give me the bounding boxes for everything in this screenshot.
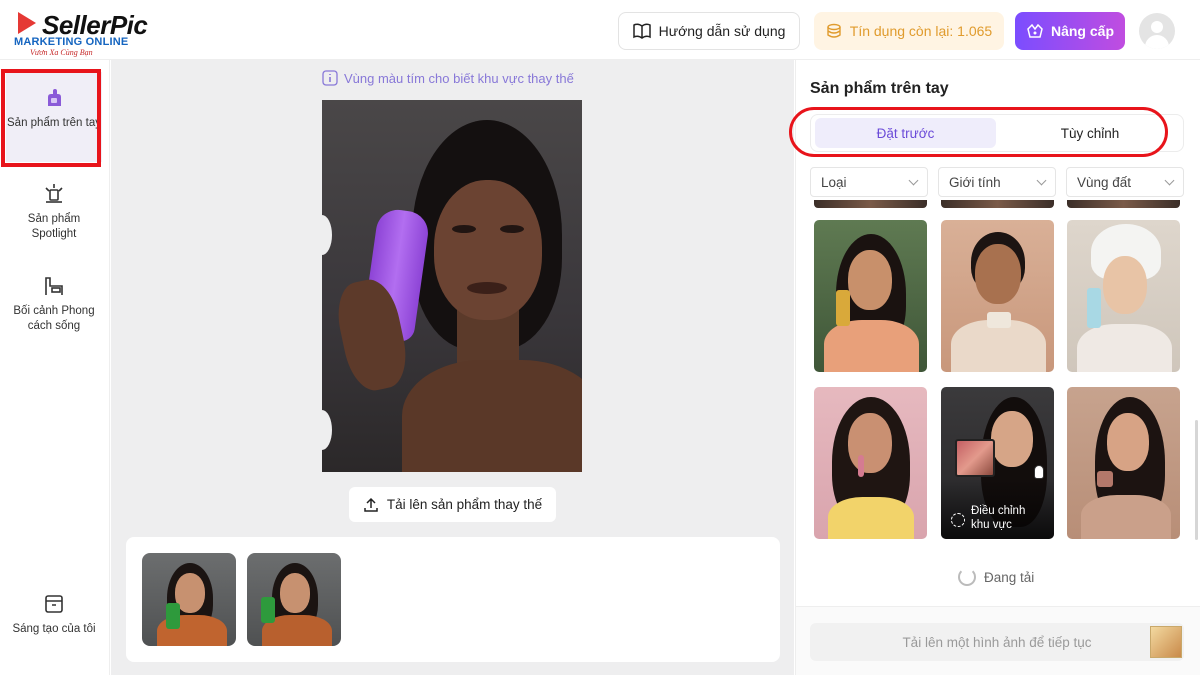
filter-region-label: Vùng đất xyxy=(1077,174,1132,190)
credit-label: Tín dụng còn lại: 1.065 xyxy=(849,23,993,39)
filter-type[interactable]: Loại xyxy=(810,167,928,197)
coin-stack-icon xyxy=(827,23,841,38)
sidebar-item-label: Bối cảnh Phong cách sống xyxy=(13,305,95,332)
notice-text: Vùng màu tím cho biết khu vực thay thế xyxy=(344,70,574,86)
spotlight-icon xyxy=(45,184,63,203)
upload-icon xyxy=(364,497,378,512)
continue-button[interactable]: Tải lên một hình ảnh để tiếp tục xyxy=(810,623,1184,661)
panel-title: Sản phẩm trên tay xyxy=(810,80,949,97)
logo[interactable]: SellerPic MARKETING ONLINE Vươn Xa Cùng … xyxy=(12,10,162,58)
scrolled-card-edge xyxy=(814,200,927,208)
scrolled-card-edge xyxy=(941,200,1054,208)
logo-slogan: Vươn Xa Cùng Bạn xyxy=(30,48,93,57)
preset-model-card[interactable] xyxy=(1067,387,1180,539)
preset-model-card-selected[interactable]: Điều chỉnh khu vực xyxy=(941,387,1054,539)
preset-model-card[interactable] xyxy=(1067,220,1180,372)
user-avatar[interactable] xyxy=(1139,13,1175,49)
upload-label: Tải lên sản phẩm thay thế xyxy=(386,497,543,512)
replace-area-notice: Vùng màu tím cho biết khu vực thay thế xyxy=(322,68,574,88)
preset-model-card[interactable] xyxy=(941,220,1054,372)
loading-label: Đang tải xyxy=(984,569,1035,585)
logo-tagline: MARKETING ONLINE xyxy=(14,36,129,48)
chevron-down-icon xyxy=(1164,175,1175,185)
sidebar-item-label: Sáng tạo của tôi xyxy=(12,623,96,635)
info-icon xyxy=(322,70,338,86)
sidebar-item-my-creations[interactable]: Sáng tạo của tôi xyxy=(6,592,102,637)
crown-basket-icon xyxy=(1027,23,1043,38)
panel-scrollbar[interactable] xyxy=(1195,420,1198,540)
highlight-box xyxy=(1,69,101,167)
scrolled-card-edge xyxy=(1067,200,1180,208)
mouse-cursor-icon xyxy=(1034,465,1044,479)
continue-label: Tải lên một hình ảnh để tiếp tục xyxy=(902,634,1092,650)
spinner-icon xyxy=(958,568,976,586)
filter-gender[interactable]: Giới tính xyxy=(938,167,1056,197)
filter-region[interactable]: Vùng đất xyxy=(1066,167,1184,197)
filter-gender-label: Giới tính xyxy=(949,174,1001,190)
book-icon xyxy=(632,23,651,39)
preset-model-card[interactable] xyxy=(814,387,927,539)
history-thumbnail-2[interactable] xyxy=(247,553,341,646)
sidebar-item-spotlight[interactable]: Sản phẩm Spotlight xyxy=(6,182,102,242)
adjust-area-label[interactable]: Điều chỉnh khu vực xyxy=(971,504,1046,532)
upgrade-button[interactable]: Nâng cấp xyxy=(1015,12,1125,50)
filter-type-label: Loại xyxy=(821,174,847,190)
logo-play-icon xyxy=(18,12,36,34)
lifestyle-icon xyxy=(45,277,63,295)
history-thumbnail-1[interactable] xyxy=(142,553,236,646)
credit-button[interactable]: Tín dụng còn lại: 1.065 xyxy=(814,12,1004,50)
preset-model-card[interactable] xyxy=(814,220,927,372)
sidebar-item-label: Sản phẩm Spotlight xyxy=(27,213,81,240)
chevron-down-icon xyxy=(1036,175,1047,185)
guide-button[interactable]: Hướng dẫn sử dụng xyxy=(618,12,800,50)
preview-mini-thumbnail[interactable] xyxy=(1150,626,1182,658)
archive-icon xyxy=(45,595,63,613)
chevron-down-icon xyxy=(908,175,919,185)
highlight-oval xyxy=(789,107,1168,157)
loading-indicator: Đang tải xyxy=(958,568,1034,586)
adjust-area-icon xyxy=(951,513,965,527)
top-bar: SellerPic MARKETING ONLINE Vươn Xa Cùng … xyxy=(0,0,1200,60)
upload-replacement-button[interactable]: Tải lên sản phẩm thay thế xyxy=(349,487,556,522)
upgrade-label: Nâng cấp xyxy=(1050,23,1114,39)
guide-label: Hướng dẫn sử dụng xyxy=(658,23,786,39)
sidebar-item-lifestyle[interactable]: Bối cảnh Phong cách sống xyxy=(6,274,102,334)
main-preview-image[interactable] xyxy=(322,100,582,472)
